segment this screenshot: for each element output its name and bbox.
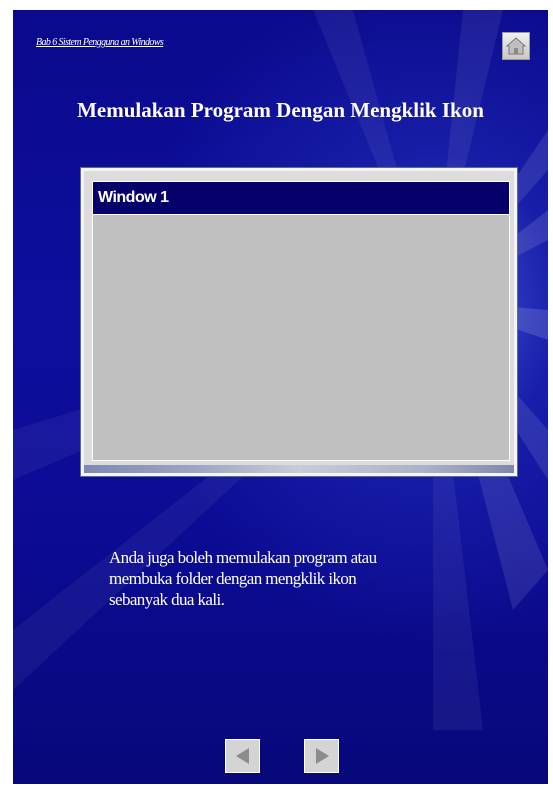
arrow-right-icon (315, 748, 329, 764)
body-text: Anda juga boleh memulakan program atau m… (109, 547, 489, 610)
window-title: Window 1 (98, 189, 169, 206)
arrow-left-icon (235, 748, 249, 764)
slide: Bab 6 Sistem Pengguna an Windows Memulak… (13, 10, 548, 784)
body-line: sebanyak dua kali. (109, 590, 225, 609)
home-icon (506, 37, 526, 55)
window-screenshot: Window 1 (81, 168, 517, 476)
body-line: Anda juga boleh memulakan program atau (109, 548, 377, 567)
breadcrumb[interactable]: Bab 6 Sistem Pengguna an Windows (36, 37, 164, 48)
previous-button[interactable] (225, 739, 260, 773)
page-title: Memulakan Program Dengan Mengklik Ikon (77, 98, 484, 122)
window-body (92, 215, 510, 461)
home-button[interactable] (502, 32, 530, 60)
next-button[interactable] (304, 739, 339, 773)
taskbar-strip (84, 465, 514, 473)
window-titlebar[interactable]: Window 1 (92, 181, 510, 215)
body-line: membuka folder dengan mengklik ikon (109, 569, 357, 588)
